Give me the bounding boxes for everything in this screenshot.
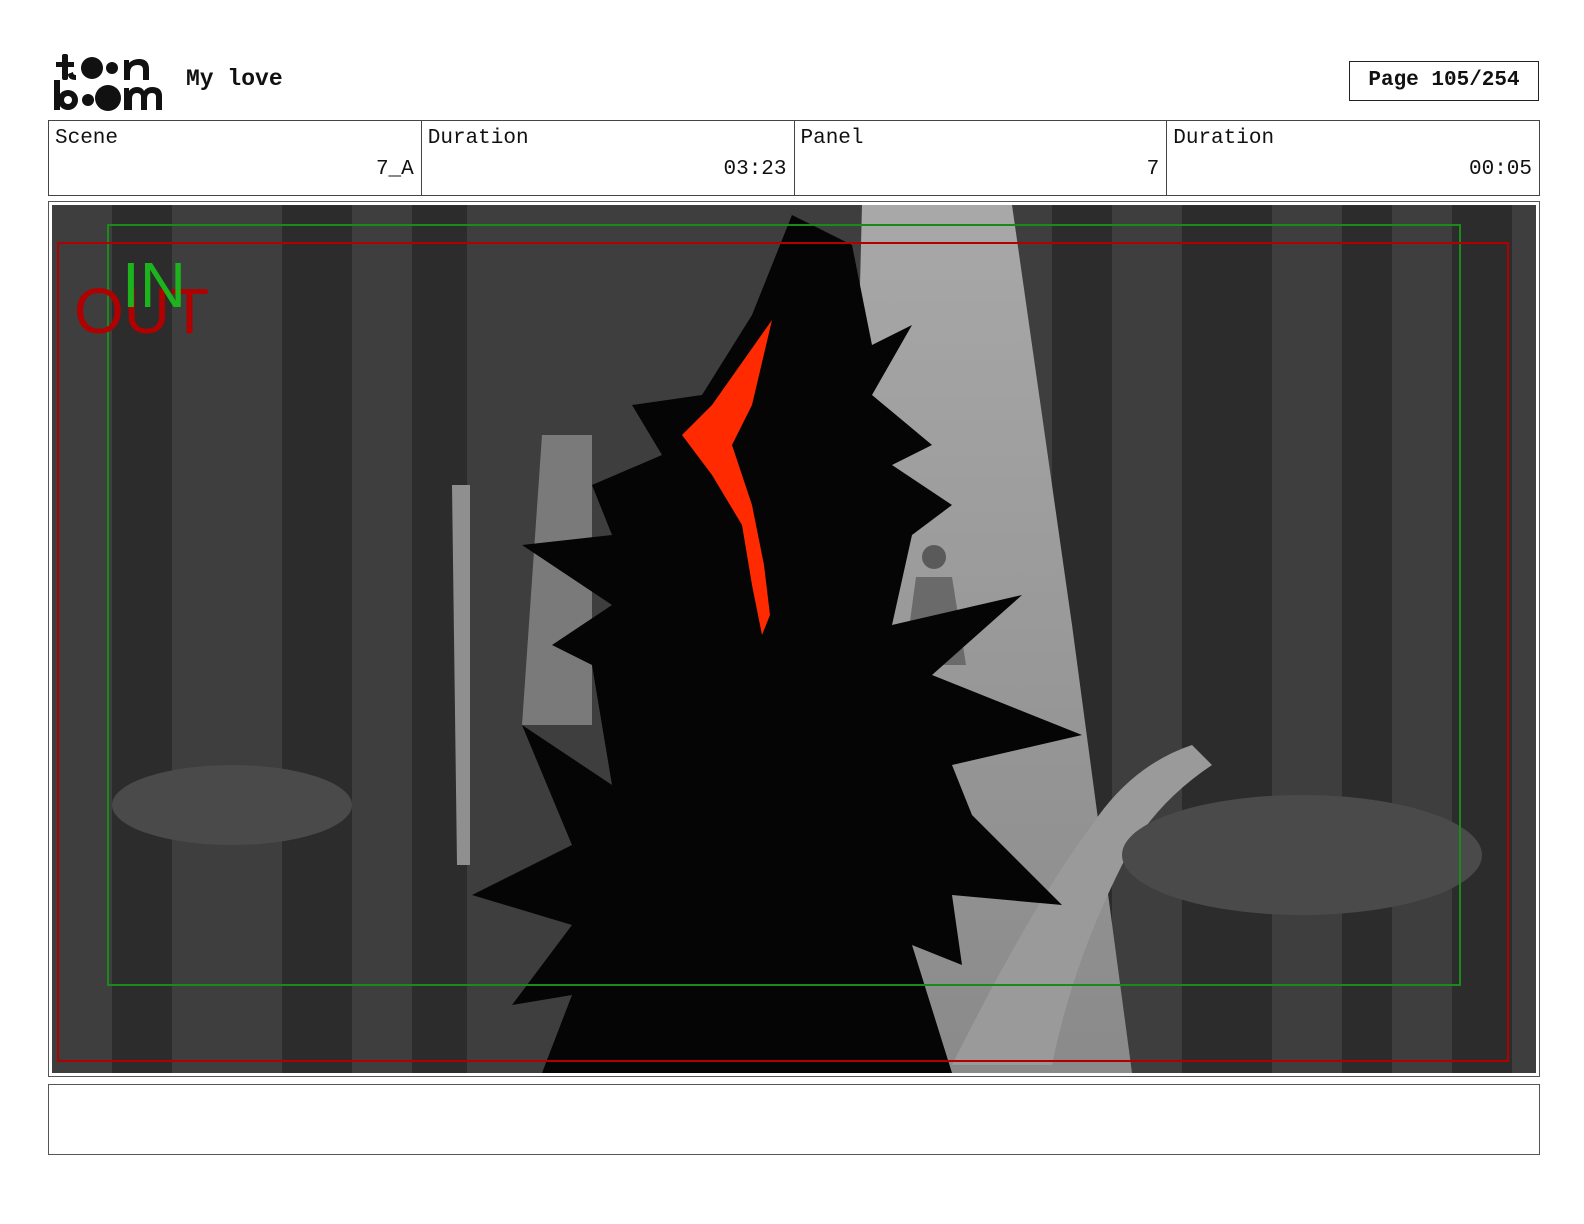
bush-left (112, 765, 352, 845)
panel-notes-box (48, 1084, 1540, 1155)
panel-label: Panel (800, 127, 864, 150)
panel-value: 7 (1146, 158, 1160, 181)
panel-cell: Panel 7 (795, 121, 1168, 195)
scene-cell: Scene 7_A (49, 121, 422, 195)
page-number: Page 105/254 (1349, 61, 1539, 101)
scene-info-table: Scene 7_A Duration 03:23 Panel 7 Duratio… (48, 120, 1540, 196)
project-title: My love (186, 66, 283, 92)
panel-duration-cell: Duration 00:05 (1167, 121, 1539, 195)
panel-duration-value: 00:05 (1468, 158, 1532, 181)
storyboard-panel-image: OUT IN (52, 205, 1536, 1073)
scene-value: 7_A (375, 158, 414, 181)
scene-duration-cell: Duration 03:23 (422, 121, 795, 195)
bush-right (1122, 795, 1482, 915)
toonboom-logo (54, 54, 162, 111)
in-frame-label: IN (122, 249, 186, 321)
scene-duration-value: 03:23 (723, 158, 787, 181)
panel-duration-label: Duration (1173, 127, 1275, 150)
scene-duration-label: Duration (427, 127, 529, 150)
scene-label: Scene (55, 127, 119, 150)
